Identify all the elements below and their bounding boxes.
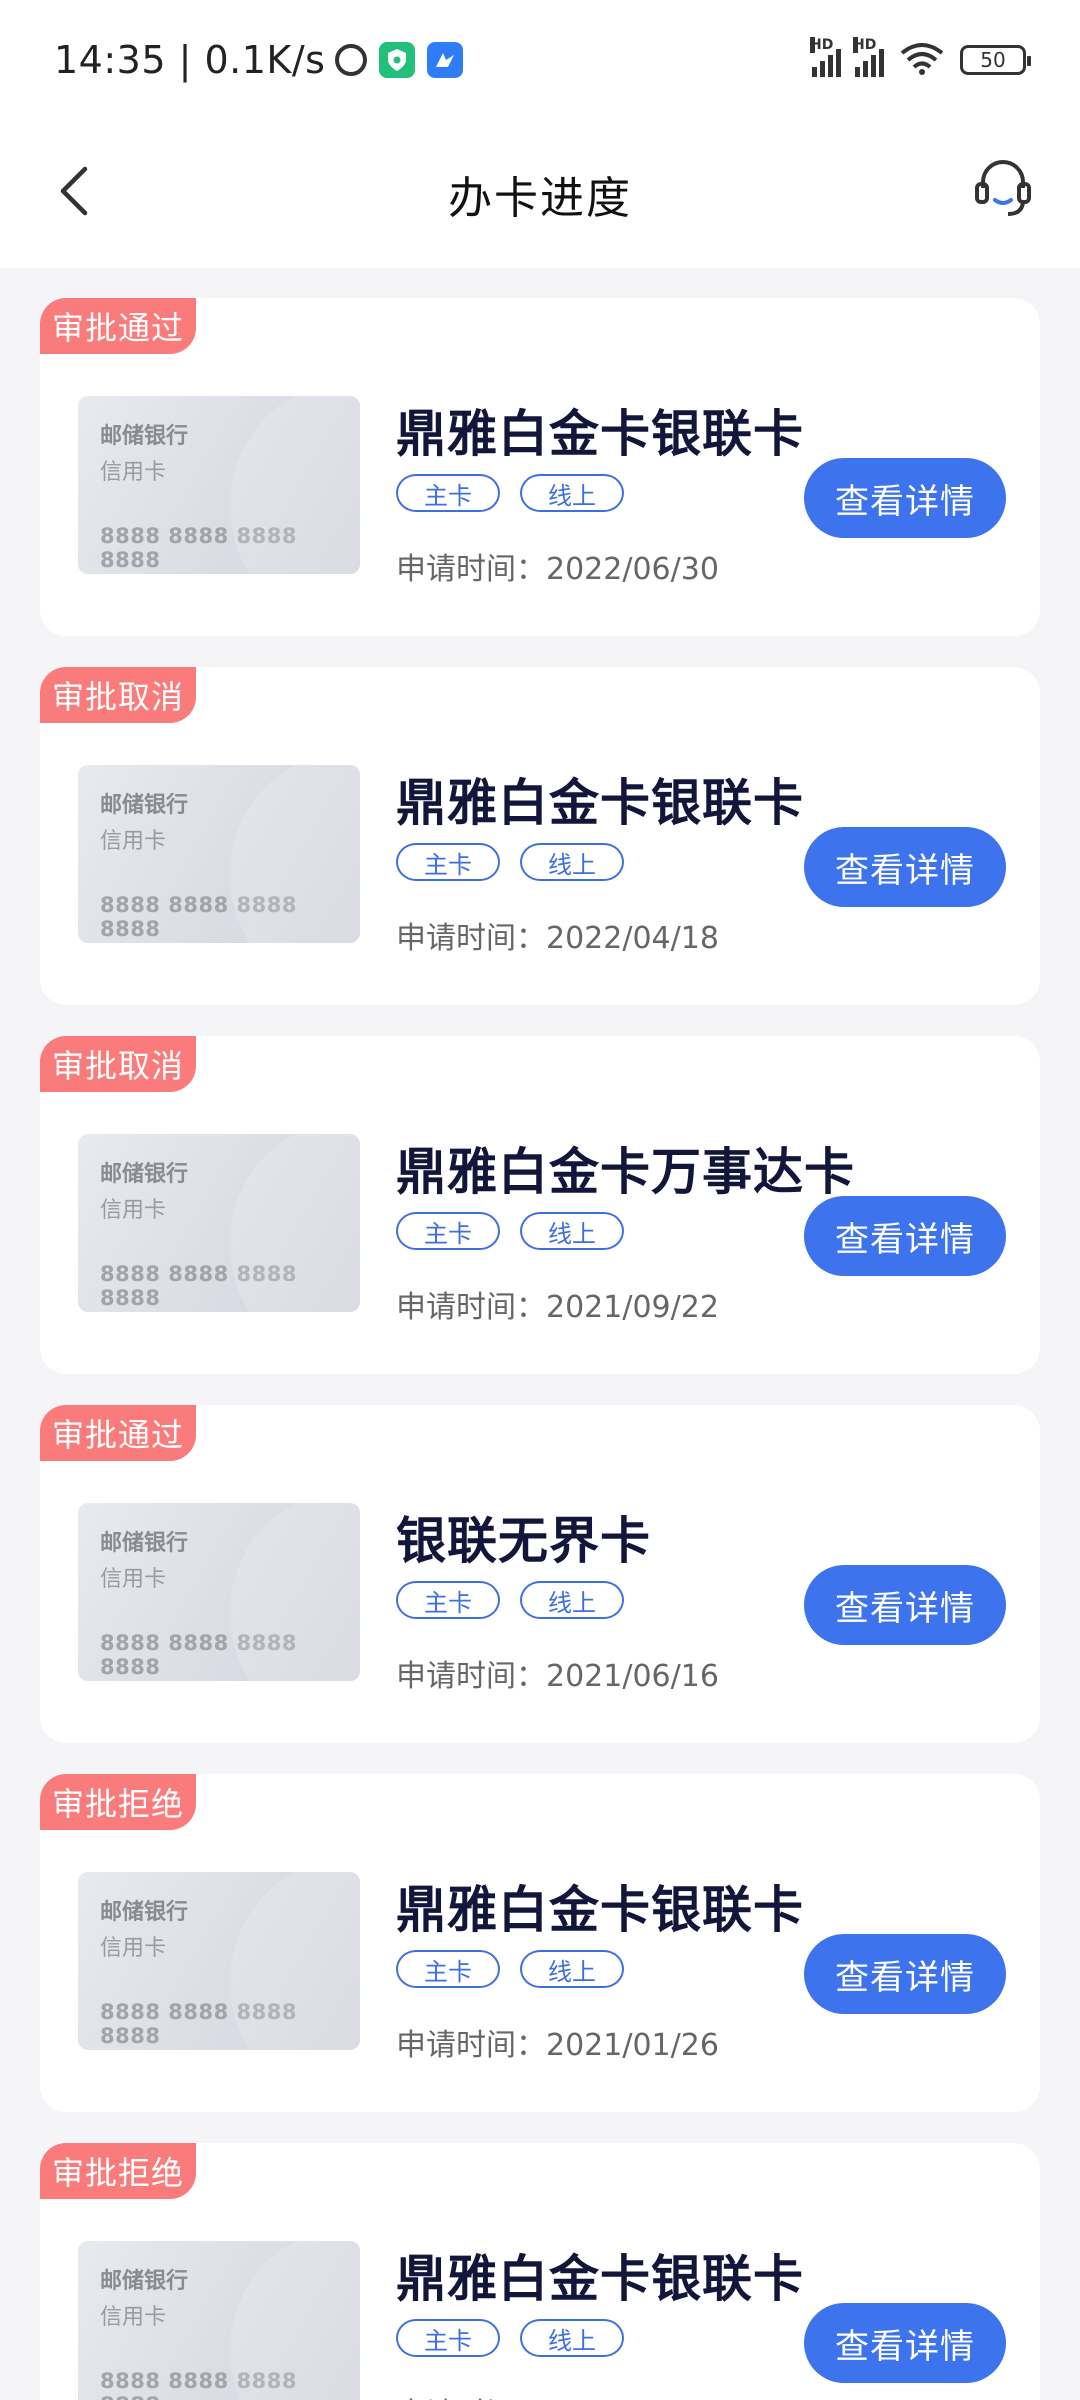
- tag-primary-card: 主卡: [396, 1581, 500, 1619]
- battery-level: 50: [980, 48, 1006, 72]
- application-date: 申请时间：2021/01/26: [396, 2028, 719, 2063]
- approval-status-badge: 审批通过: [40, 1405, 197, 1461]
- card-product-name: 银联无界卡: [396, 1512, 651, 1570]
- tag-online: 线上: [520, 474, 624, 512]
- application-card: 审批取消 邮储银行 信用卡 8888 8888 8888 8888 鼎雅白金卡万…: [40, 1036, 1040, 1374]
- card-product-name: 鼎雅白金卡银联卡: [396, 405, 804, 463]
- signal-icon: HD: [810, 37, 841, 77]
- application-card: 审批拒绝 邮储银行 信用卡 8888 8888 8888 8888 鼎雅白金卡银…: [40, 2143, 1040, 2400]
- approval-status-badge: 审批取消: [40, 667, 197, 723]
- back-button[interactable]: [44, 158, 104, 228]
- credit-card-image: 邮储银行 信用卡 8888 8888 8888 8888: [78, 396, 360, 574]
- credit-card-image: 邮储银行 信用卡 8888 8888 8888 8888: [78, 1872, 360, 2050]
- customer-service-button[interactable]: [968, 150, 1038, 230]
- card-image-number: 8888 8888 8888 8888: [100, 2369, 297, 2400]
- tag-primary-card: 主卡: [396, 2319, 500, 2357]
- tag-online: 线上: [520, 2319, 624, 2357]
- page-title: 办卡进度: [448, 173, 632, 224]
- application-card: 审批拒绝 邮储银行 信用卡 8888 8888 8888 8888 鼎雅白金卡银…: [40, 1774, 1040, 2112]
- card-image-bank: 邮储银行: [100, 424, 189, 449]
- tag-online: 线上: [520, 843, 624, 881]
- approval-status-badge: 审批拒绝: [40, 1774, 197, 1830]
- card-product-name: 鼎雅白金卡银联卡: [396, 2250, 804, 2308]
- card-image-bank: 邮储银行: [100, 2269, 189, 2294]
- card-tags: 主卡 线上: [396, 474, 624, 512]
- card-image-number: 8888 8888 8888 8888: [100, 893, 297, 941]
- view-details-button[interactable]: 查看详情: [804, 1196, 1006, 1276]
- card-image-number: 8888 8888 8888 8888: [100, 524, 297, 572]
- view-details-button[interactable]: 查看详情: [804, 2303, 1006, 2383]
- tag-online: 线上: [520, 1950, 624, 1988]
- application-date: 申请时间：2021/06/16: [396, 1659, 719, 1694]
- credit-card-image: 邮储银行 信用卡 8888 8888 8888 8888: [78, 765, 360, 943]
- status-bar: 14:35 | 0.1K/s HD HD 50: [0, 0, 1080, 120]
- card-image-type: 信用卡: [100, 829, 167, 854]
- card-tags: 主卡 线上: [396, 2319, 624, 2357]
- tag-primary-card: 主卡: [396, 474, 500, 512]
- shield-app-icon: [379, 42, 416, 78]
- card-product-name: 鼎雅白金卡万事达卡: [396, 1143, 855, 1201]
- bird-app-icon: [427, 42, 464, 78]
- view-details-button[interactable]: 查看详情: [804, 827, 1006, 907]
- card-image-bank: 邮储银行: [100, 1162, 189, 1187]
- application-card: 审批通过 邮储银行 信用卡 8888 8888 8888 8888 鼎雅白金卡银…: [40, 298, 1040, 636]
- view-details-button[interactable]: 查看详情: [804, 1934, 1006, 2014]
- tag-online: 线上: [520, 1581, 624, 1619]
- status-notification-icons: [335, 42, 464, 78]
- chevron-left-icon: [57, 165, 91, 221]
- status-system-icons: HD HD 50: [810, 37, 1031, 79]
- status-time: 14:35 | 0.1K/s: [54, 38, 326, 82]
- approval-status-badge: 审批拒绝: [40, 2143, 197, 2199]
- application-list: 审批通过 邮储银行 信用卡 8888 8888 8888 8888 鼎雅白金卡银…: [40, 298, 1040, 2400]
- card-product-name: 鼎雅白金卡银联卡: [396, 1881, 804, 1939]
- card-image-number: 8888 8888 8888 8888: [100, 2000, 297, 2048]
- card-tags: 主卡 线上: [396, 843, 624, 881]
- application-date: 申请时间：2022/06/30: [396, 552, 719, 587]
- wifi-icon: [898, 41, 946, 79]
- application-card: 审批取消 邮储银行 信用卡 8888 8888 8888 8888 鼎雅白金卡银…: [40, 667, 1040, 1005]
- application-card: 审批通过 邮储银行 信用卡 8888 8888 8888 8888 银联无界卡 …: [40, 1405, 1040, 1743]
- card-tags: 主卡 线上: [396, 1212, 624, 1250]
- tag-primary-card: 主卡: [396, 1950, 500, 1988]
- tag-primary-card: 主卡: [396, 843, 500, 881]
- card-image-type: 信用卡: [100, 1198, 167, 1223]
- credit-card-image: 邮储银行 信用卡 8888 8888 8888 8888: [78, 1134, 360, 1312]
- approval-status-badge: 审批取消: [40, 1036, 197, 1092]
- card-image-bank: 邮储银行: [100, 793, 189, 818]
- alarm-icon: [335, 44, 368, 76]
- credit-card-image: 邮储银行 信用卡 8888 8888 8888 8888: [78, 1503, 360, 1681]
- view-details-button[interactable]: 查看详情: [804, 1565, 1006, 1645]
- application-date: 申请时间：2022/04/18: [396, 921, 719, 956]
- credit-card-image: 邮储银行 信用卡 8888 8888 8888 8888: [78, 2241, 360, 2400]
- card-product-name: 鼎雅白金卡银联卡: [396, 774, 804, 832]
- headset-icon: [972, 156, 1034, 224]
- view-details-button[interactable]: 查看详情: [804, 458, 1006, 538]
- card-image-bank: 邮储银行: [100, 1531, 189, 1556]
- page-header: 办卡进度: [0, 120, 1080, 268]
- card-image-number: 8888 8888 8888 8888: [100, 1262, 297, 1310]
- tag-primary-card: 主卡: [396, 1212, 500, 1250]
- tag-online: 线上: [520, 1212, 624, 1250]
- card-image-bank: 邮储银行: [100, 1900, 189, 1925]
- card-image-type: 信用卡: [100, 1936, 167, 1961]
- card-image-type: 信用卡: [100, 2305, 167, 2330]
- card-tags: 主卡 线上: [396, 1950, 624, 1988]
- application-date: 申请时间：2021/01/05: [396, 2389, 719, 2400]
- approval-status-badge: 审批通过: [40, 298, 197, 354]
- card-tags: 主卡 线上: [396, 1581, 624, 1619]
- card-image-number: 8888 8888 8888 8888: [100, 1631, 297, 1679]
- signal-icon: HD: [853, 37, 884, 77]
- card-image-type: 信用卡: [100, 1567, 167, 1592]
- application-date: 申请时间：2021/09/22: [396, 1290, 719, 1325]
- card-image-type: 信用卡: [100, 460, 167, 485]
- battery-icon: 50: [960, 45, 1031, 75]
